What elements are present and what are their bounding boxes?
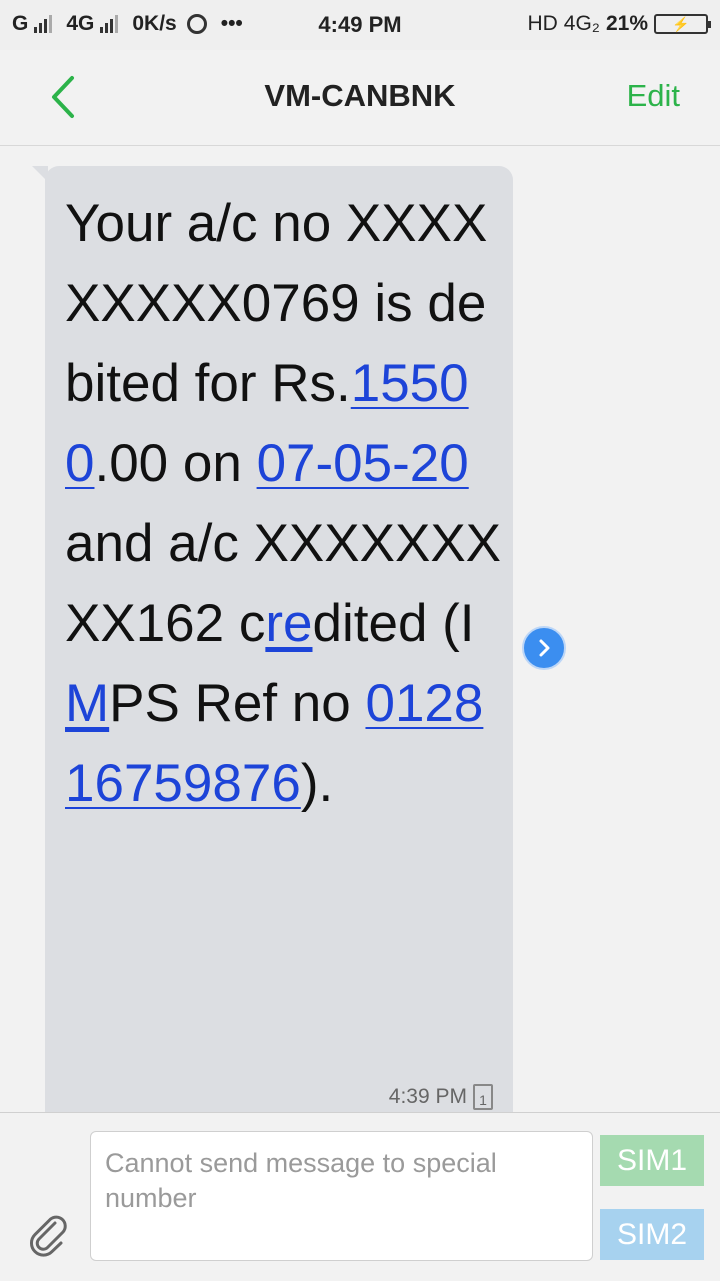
message-timestamp: 4:39 PM 1 xyxy=(389,1084,493,1110)
date-link[interactable]: 07-05-20 xyxy=(257,434,469,493)
attach-button[interactable] xyxy=(25,1211,73,1259)
status-right: HD 4G₂ 21% ⚡ xyxy=(527,12,711,36)
forward-button[interactable] xyxy=(522,626,566,670)
message-input[interactable]: Cannot send message to special number xyxy=(90,1131,593,1261)
battery-percent: 21% xyxy=(605,12,648,35)
send-sim1-button[interactable]: SIM1 xyxy=(600,1135,704,1186)
contact-title: VM-CANBNK xyxy=(264,78,456,113)
message-text-part: .00 on xyxy=(94,434,257,493)
chevron-right-icon xyxy=(539,639,550,657)
message-bubble[interactable]: Your a/c no XXXXXXXXX0769 is debited for… xyxy=(45,166,513,1112)
message-text-part: ). xyxy=(300,754,334,813)
conversation-header: VM-CANBNK Edit xyxy=(0,50,720,146)
highlight-re[interactable]: re xyxy=(265,594,312,653)
message-text-part: dited (I xyxy=(312,594,475,653)
paperclip-icon xyxy=(30,1215,67,1257)
message-time: 4:39 PM xyxy=(388,1085,467,1108)
network-4g-indicator: 4G₂ xyxy=(563,12,600,35)
edit-button[interactable]: Edit xyxy=(627,78,680,114)
message-text-part: PS Ref no xyxy=(109,674,366,733)
battery-icon: ⚡ xyxy=(654,14,711,34)
message-text: Your a/c no XXXXXXXXX0769 is debited for… xyxy=(65,184,505,824)
highlight-m[interactable]: M xyxy=(65,674,109,733)
status-bar: G 4G 0K/s ••• 4:49 PM HD 4G₂ 21% ⚡ xyxy=(0,0,720,50)
composer-bar: Cannot send message to special number SI… xyxy=(0,1112,720,1281)
sim-card-icon: 1 xyxy=(473,1084,493,1110)
send-sim2-button[interactable]: SIM2 xyxy=(600,1209,704,1260)
hd-indicator: HD xyxy=(527,12,558,35)
message-list[interactable]: Your a/c no XXXXXXXXX0769 is debited for… xyxy=(0,146,720,1112)
